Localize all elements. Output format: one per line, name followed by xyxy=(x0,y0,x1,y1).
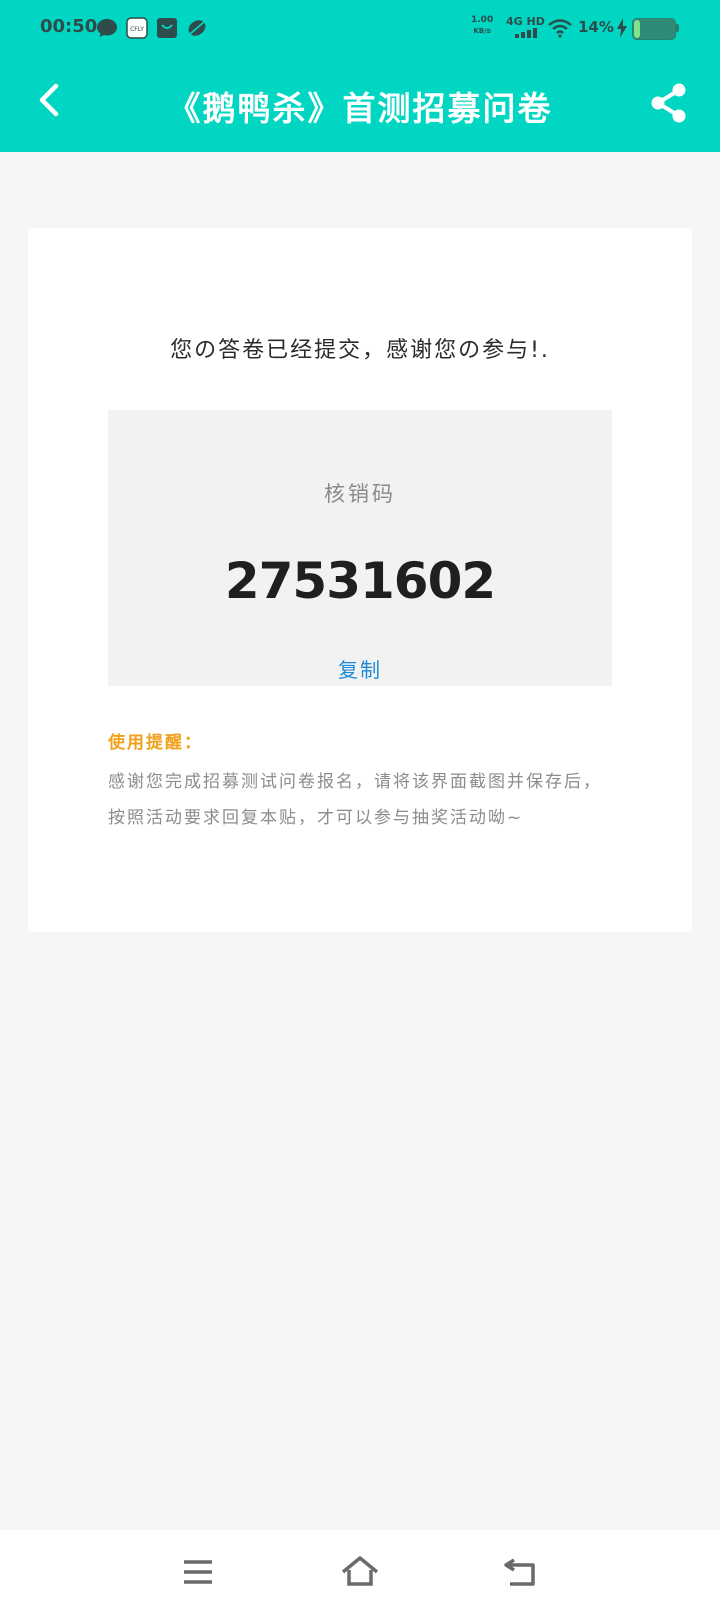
page-title: 《鹅鸭杀》首测招募问卷 xyxy=(167,89,553,128)
tip-title: 使用提醒： xyxy=(108,733,203,753)
net-speed-value: 1.00 xyxy=(471,15,494,25)
share-icon xyxy=(651,83,686,123)
submit-message: 您の答卷已经提交，感谢您の参与!. xyxy=(170,338,550,363)
battery-icon xyxy=(632,18,676,40)
tip-line: 感谢您完成招募测试问卷报名，请将该界面截图并保存后， xyxy=(108,772,602,792)
leaf-icon xyxy=(188,20,206,36)
signal-icon xyxy=(515,28,537,38)
wifi-icon xyxy=(548,19,572,38)
back-icon[interactable] xyxy=(500,1552,540,1592)
chat-bubble-icon xyxy=(97,19,117,37)
chevron-left-icon xyxy=(39,83,59,117)
top-bar: 00:50 CFLY 1.00 KB/s 4G HD 14% 《鹅鸭杀》首测招募… xyxy=(0,0,720,152)
net-speed-unit: KB/s xyxy=(473,27,491,35)
network-type: 4G HD xyxy=(506,15,545,28)
battery-percent: 14% xyxy=(578,18,614,36)
shopping-bag-icon xyxy=(157,18,177,38)
share-button[interactable] xyxy=(644,78,694,128)
app-badge-icon: CFLY xyxy=(126,17,148,39)
home-icon[interactable] xyxy=(340,1552,380,1592)
status-bar: 00:50 CFLY 1.00 KB/s 4G HD 14% xyxy=(0,0,720,56)
battery-tip xyxy=(676,24,679,32)
svg-text:CFLY: CFLY xyxy=(130,26,144,33)
copy-button[interactable]: 复制 xyxy=(310,654,410,683)
verification-code-box: 核销码 27531602 复制 xyxy=(108,410,612,686)
status-time: 00:50 xyxy=(40,16,98,37)
system-nav-bar xyxy=(0,1530,720,1612)
result-card: 您の答卷已经提交，感谢您の参与!. 核销码 27531602 复制 使用提醒： … xyxy=(28,228,692,932)
back-button[interactable] xyxy=(24,70,76,130)
header: 《鹅鸭杀》首测招募问卷 xyxy=(0,56,720,152)
menu-icon[interactable] xyxy=(178,1552,218,1592)
net-speed: 1.00 KB/s xyxy=(471,15,493,37)
code-value: 27531602 xyxy=(224,552,496,610)
tip-body: 感谢您完成招募测试问卷报名，请将该界面截图并保存后， 按照活动要求回复本贴，才可… xyxy=(108,764,628,836)
code-label: 核销码 xyxy=(324,482,396,506)
charging-icon xyxy=(617,18,627,38)
tip-line: 按照活动要求回复本贴，才可以参与抽奖活动呦~ xyxy=(108,808,524,828)
battery-level xyxy=(634,20,640,38)
